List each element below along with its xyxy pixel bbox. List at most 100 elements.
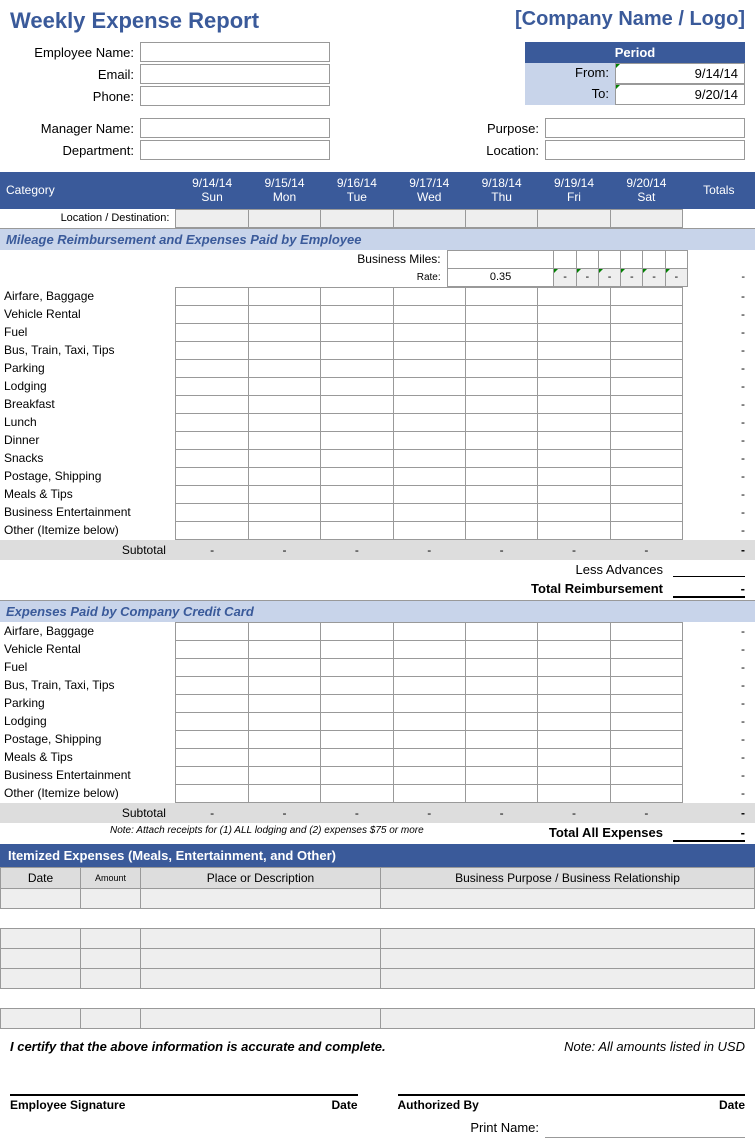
cell[interactable] [321,377,393,395]
cell[interactable] [538,676,610,694]
cell[interactable] [393,503,465,521]
cell[interactable] [393,449,465,467]
cell[interactable] [538,694,610,712]
cell[interactable] [665,250,687,268]
cell[interactable] [610,503,682,521]
cell[interactable] [393,395,465,413]
cell[interactable] [321,467,393,485]
cell[interactable] [538,622,610,640]
cell[interactable] [538,287,610,305]
cell[interactable] [393,712,465,730]
cell[interactable] [248,485,320,503]
cell[interactable] [321,766,393,784]
cell[interactable] [538,395,610,413]
cell[interactable] [538,730,610,748]
cell[interactable] [248,359,320,377]
cell[interactable] [248,748,320,766]
cell[interactable] [176,694,248,712]
cell[interactable] [465,748,537,766]
cell[interactable] [610,341,682,359]
cell[interactable] [393,359,465,377]
cell[interactable] [610,640,682,658]
cell[interactable] [176,359,248,377]
cell[interactable] [321,413,393,431]
cell[interactable] [393,323,465,341]
cell[interactable] [554,250,576,268]
cell[interactable] [447,250,554,268]
cell[interactable] [393,521,465,539]
cell[interactable] [610,395,682,413]
cell[interactable] [465,503,537,521]
cell[interactable] [248,377,320,395]
cell[interactable] [176,305,248,323]
cell[interactable] [465,209,537,227]
cell[interactable] [393,658,465,676]
cell[interactable] [248,449,320,467]
cell[interactable] [321,431,393,449]
cell[interactable] [465,395,537,413]
cell[interactable] [538,209,610,227]
cell[interactable] [538,467,610,485]
cell[interactable] [610,712,682,730]
cell[interactable] [393,413,465,431]
cell[interactable] [321,521,393,539]
cell[interactable] [538,485,610,503]
cell[interactable] [393,676,465,694]
cell[interactable] [248,395,320,413]
cell[interactable] [393,209,465,227]
cell[interactable] [538,766,610,784]
cell[interactable] [393,748,465,766]
phone-input[interactable] [140,86,330,106]
cell[interactable] [393,377,465,395]
email-input[interactable] [140,64,330,84]
purpose-input[interactable] [545,118,745,138]
cell[interactable] [176,395,248,413]
cell[interactable] [248,503,320,521]
cell[interactable] [465,377,537,395]
cell[interactable] [248,730,320,748]
cell[interactable] [538,521,610,539]
cell[interactable] [393,766,465,784]
cell[interactable] [393,730,465,748]
cell[interactable] [1,1008,81,1028]
cell[interactable] [248,305,320,323]
cell[interactable] [576,250,598,268]
cell[interactable] [381,1008,755,1028]
cell[interactable] [610,676,682,694]
cell[interactable] [538,503,610,521]
cell[interactable] [393,341,465,359]
cell[interactable] [321,341,393,359]
cell[interactable] [81,888,141,908]
cell[interactable] [248,640,320,658]
cell[interactable] [393,694,465,712]
cell[interactable] [176,341,248,359]
cell[interactable] [610,449,682,467]
department-input[interactable] [140,140,330,160]
cell[interactable] [610,305,682,323]
cell[interactable] [248,287,320,305]
cell[interactable] [321,209,393,227]
cell[interactable] [465,341,537,359]
cell[interactable] [1,888,81,908]
cell[interactable] [141,968,381,988]
from-value[interactable]: 9/14/14 [615,63,745,84]
cell[interactable] [465,784,537,802]
cell[interactable] [393,305,465,323]
cell[interactable] [610,323,682,341]
cell[interactable] [381,948,755,968]
cell[interactable] [248,676,320,694]
cell[interactable] [141,928,381,948]
cell[interactable] [393,467,465,485]
cell[interactable] [176,730,248,748]
cell[interactable] [176,287,248,305]
cell[interactable] [176,676,248,694]
cell[interactable] [465,658,537,676]
cell[interactable] [321,359,393,377]
cell[interactable] [538,658,610,676]
cell[interactable] [393,485,465,503]
cell[interactable] [321,640,393,658]
cell[interactable] [248,784,320,802]
cell[interactable] [465,676,537,694]
cell[interactable] [465,323,537,341]
cell[interactable] [465,485,537,503]
